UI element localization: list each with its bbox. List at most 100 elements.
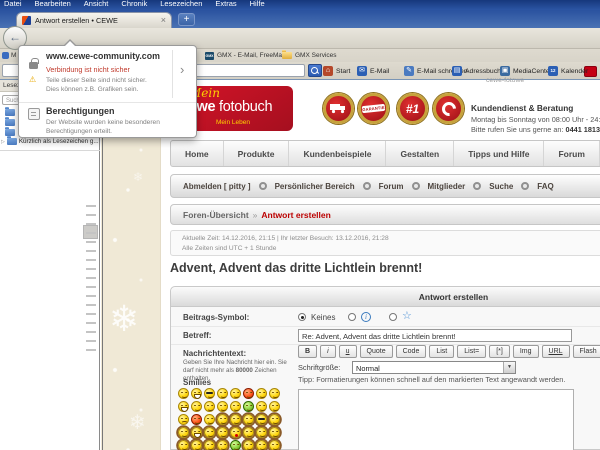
menu-hilfe[interactable]: Hilfe — [250, 0, 265, 10]
bbcode-button-[*][interactable]: [*] — [489, 345, 510, 358]
nav-item-home[interactable]: Home — [171, 141, 223, 166]
bookmark-gmx-email[interactable]: GMX GMX - E-Mail, FreeMai... — [205, 51, 289, 60]
bookmark-folder-gmx-services[interactable]: GMX Services — [282, 49, 337, 59]
bbcode-button-quote[interactable]: Quote — [359, 345, 393, 358]
menu-lesezeichen[interactable]: Lesezeichen — [160, 0, 202, 10]
subject-input[interactable]: Re: Advent, Advent das dritte Lichtlein … — [298, 329, 572, 342]
star-post-icon[interactable]: ☆ — [402, 311, 412, 322]
smiley-girl[interactable] — [243, 427, 254, 438]
chevron-down-icon[interactable]: ▼ — [503, 362, 515, 373]
smiley-girl[interactable] — [178, 427, 189, 438]
smiley-girl[interactable] — [269, 414, 280, 425]
tab-antwort-erstellen[interactable]: Antwort erstellen • CEWE × — [16, 12, 172, 28]
post-icon-none-label: Keines — [311, 312, 336, 322]
new-tab-button[interactable]: + — [178, 13, 195, 26]
bbcode-button-url[interactable]: URL — [541, 345, 570, 358]
tab-close-icon[interactable]: × — [161, 16, 166, 25]
subnav-item-suche[interactable]: Suche — [489, 182, 513, 191]
smiley-smile[interactable] — [217, 401, 228, 412]
post-icon-radio-star[interactable] — [389, 313, 397, 321]
nav-item-gestalten[interactable]: Gestalten — [385, 141, 453, 166]
smiley-smile[interactable] — [204, 401, 215, 412]
smiley-smile[interactable] — [217, 388, 228, 399]
smiley-laugh[interactable] — [178, 401, 189, 412]
gmx-item-mediacenter[interactable]: ▣ MediaCenter — [500, 66, 552, 76]
smiley-girl[interactable] — [243, 414, 254, 425]
nav-item-forum[interactable]: Forum — [543, 141, 598, 166]
breadcrumb-root-link[interactable]: Foren-Übersicht — [183, 210, 249, 220]
expander-icon[interactable]: ▷ — [1, 139, 5, 145]
smiley-smile[interactable] — [269, 388, 280, 399]
sidebar-folder-item[interactable] — [5, 117, 15, 126]
nav-item-kundenbeispiele[interactable]: Kundenbeispiele — [288, 141, 385, 166]
menu-extras[interactable]: Extras — [215, 0, 236, 10]
bookmark-fragment[interactable]: M — [11, 52, 16, 59]
smiley-smile[interactable] — [178, 388, 189, 399]
smiley-girl[interactable] — [217, 427, 228, 438]
gmx-search-button[interactable] — [308, 64, 322, 77]
smiley-cool[interactable] — [204, 388, 215, 399]
subnav-item-abmelden-pitty[interactable]: Abmelden [ pitty ] — [183, 182, 251, 191]
bbcode-button-list=[interactable]: List= — [457, 345, 487, 358]
gmx-item-e-mail[interactable]: ✉ E-Mail — [357, 66, 389, 76]
smiley-girl[interactable] — [230, 414, 241, 425]
bbcode-button-flash[interactable]: Flash — [572, 345, 600, 358]
smiley-girl[interactable] — [217, 440, 228, 450]
smiley-girl[interactable] — [191, 440, 202, 450]
smiley-alien[interactable] — [230, 440, 241, 450]
fontsize-select[interactable]: Normal ▼ — [352, 361, 516, 374]
sidebar-folder-item[interactable] — [5, 127, 15, 136]
nav-item-produkte[interactable]: Produkte — [222, 141, 289, 166]
smiley-smile[interactable] — [191, 401, 202, 412]
sidebar-item-recent-bookmarks[interactable]: ▷ Kürzlich als Lesezeichen g... — [1, 136, 99, 145]
menu-datei[interactable]: Datei — [4, 0, 22, 10]
nav-item-tipps-und-hilfe[interactable]: Tipps und Hilfe — [453, 141, 543, 166]
subnav-item-pers-nlicher-bereich[interactable]: Persönlicher Bereich — [275, 182, 355, 191]
smiley-girl[interactable] — [178, 440, 189, 450]
smiley-girl[interactable] — [217, 414, 228, 425]
smiley-smile[interactable] — [230, 388, 241, 399]
smiley-smile[interactable] — [269, 401, 280, 412]
smiley-girl[interactable] — [256, 440, 267, 450]
smiley-girl[interactable] — [243, 440, 254, 450]
smiley-smile[interactable] — [204, 414, 215, 425]
post-icon-radio-none[interactable] — [298, 313, 306, 321]
gmx-item-adressbuch[interactable]: ▤ Adressbuch — [452, 66, 501, 76]
subnav-item-forum[interactable]: Forum — [379, 182, 404, 191]
smiley-laugh[interactable] — [191, 388, 202, 399]
bbcode-button-b[interactable]: B — [298, 345, 318, 358]
bbcode-button-i[interactable]: i — [320, 345, 336, 358]
menu-ansicht[interactable]: Ansicht — [84, 0, 109, 10]
menu-bearbeiten[interactable]: Bearbeiten — [35, 0, 71, 10]
info-post-icon[interactable]: i — [361, 312, 371, 322]
smiley-alien[interactable] — [243, 401, 254, 412]
gmx-item-kalender[interactable]: 12 Kalender — [548, 66, 588, 76]
more-info-chevron-icon[interactable]: › — [180, 62, 184, 77]
bbcode-button-u[interactable]: u — [338, 345, 357, 358]
post-icon-radio-info[interactable] — [348, 313, 356, 321]
subnav-item-mitglieder[interactable]: Mitglieder — [428, 182, 466, 191]
smiley-red[interactable] — [191, 414, 202, 425]
bbcode-button-list[interactable]: List — [429, 345, 455, 358]
smiley-red[interactable] — [243, 388, 254, 399]
smiley-cool-girl[interactable] — [256, 414, 267, 425]
subnav-item-faq[interactable]: FAQ — [537, 182, 553, 191]
sidebar-folder-item[interactable] — [5, 107, 15, 116]
message-textarea[interactable] — [298, 389, 574, 450]
smiley-girl[interactable] — [204, 427, 215, 438]
smiley-smile[interactable] — [230, 401, 241, 412]
smiley-girl[interactable] — [269, 440, 280, 450]
smiley-smile[interactable] — [256, 401, 267, 412]
smiley-kiss-girl[interactable] — [230, 427, 241, 438]
smiley-sad[interactable] — [178, 414, 189, 425]
smiley-smile[interactable] — [256, 388, 267, 399]
smiley-laugh-girl[interactable] — [191, 427, 202, 438]
bbcode-button-code[interactable]: Code — [395, 345, 427, 358]
rank-text: #1 — [405, 101, 420, 116]
gmx-item-start[interactable]: ⌂ Start — [323, 66, 350, 76]
smiley-girl[interactable] — [269, 427, 280, 438]
smiley-girl[interactable] — [204, 440, 215, 450]
smiley-girl[interactable] — [256, 427, 267, 438]
bbcode-button-img[interactable]: Img — [512, 345, 539, 358]
menu-chronik[interactable]: Chronik — [121, 0, 147, 10]
